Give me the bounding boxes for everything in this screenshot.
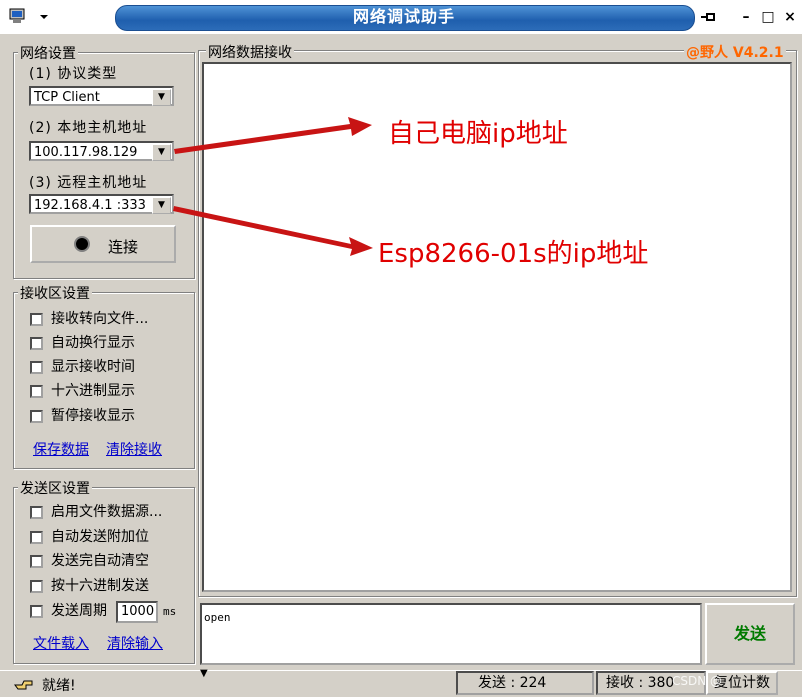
local-ip-annotation: 自己电脑ip地址 — [388, 119, 568, 149]
remote-ip-annotation: Esp8266-01s的ip地址 — [378, 239, 649, 269]
arrow-to-remote — [173, 206, 373, 256]
arrow-to-local — [174, 117, 372, 154]
annotation-arrows — [173, 117, 373, 256]
